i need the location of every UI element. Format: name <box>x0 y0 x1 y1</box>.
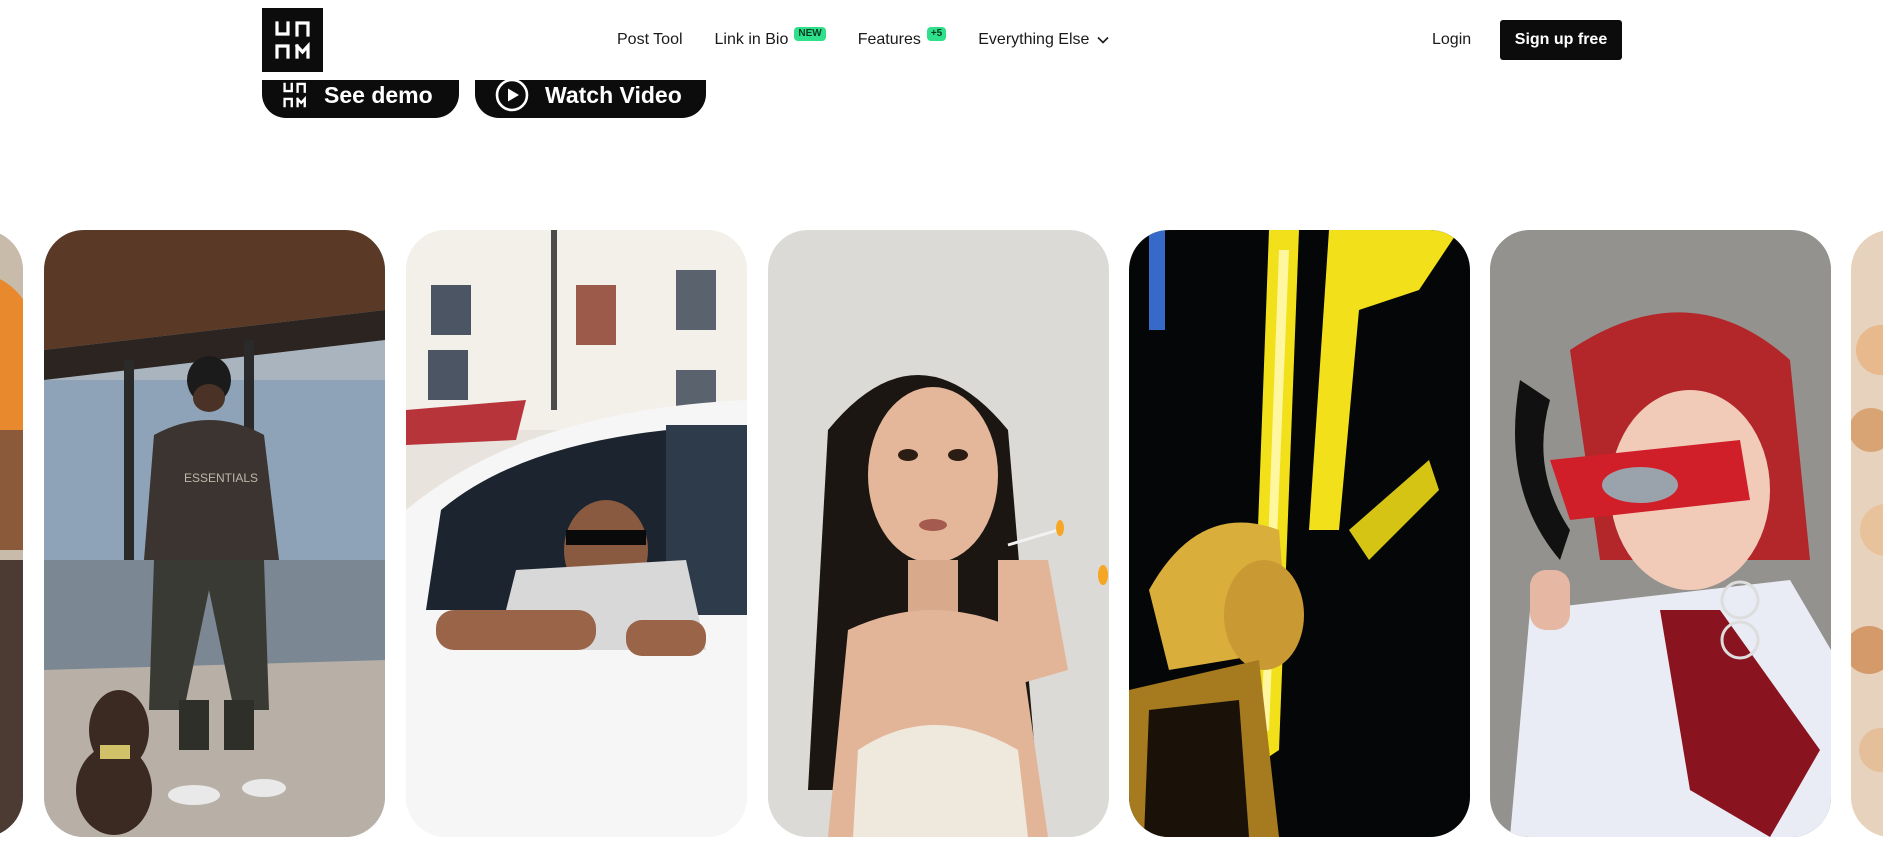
see-demo-label: See demo <box>324 81 433 108</box>
nav-everything-else-label: Everything Else <box>978 31 1090 48</box>
creator-gallery: ESSENTIALS <box>0 230 1883 837</box>
site-header: Post Tool Link in Bio NEW Features +5 Ev… <box>0 0 1883 80</box>
unum-mark-icon <box>282 82 308 108</box>
nav-features-label: Features <box>857 31 921 48</box>
gallery-card-hoodie-man: ESSENTIALS <box>44 230 385 837</box>
gallery-card-partial-left <box>0 230 23 837</box>
gallery-card-partial-right <box>1851 230 1883 837</box>
gallery-card-red-hair <box>1490 230 1831 837</box>
svg-text:ESSENTIALS: ESSENTIALS <box>184 471 258 485</box>
signup-button[interactable]: Sign up free <box>1500 20 1622 60</box>
main-nav: Post Tool Link in Bio NEW Features +5 Ev… <box>617 0 1109 80</box>
nav-link-in-bio-label: Link in Bio <box>714 31 789 48</box>
nav-post-tool-label: Post Tool <box>617 31 683 48</box>
features-count-badge: +5 <box>926 27 947 41</box>
gallery-card-neon-woman <box>1129 230 1470 837</box>
new-badge: NEW <box>794 27 826 41</box>
unum-logo[interactable] <box>262 8 323 72</box>
nav-everything-else[interactable]: Everything Else <box>978 31 1109 49</box>
logo-mark-icon <box>274 21 310 59</box>
chevron-down-icon <box>1097 31 1109 49</box>
gallery-card-car-man <box>406 230 747 837</box>
gallery-card-woman-cigarette <box>768 230 1109 837</box>
nav-features[interactable]: Features +5 <box>857 27 947 49</box>
nav-link-in-bio[interactable]: Link in Bio NEW <box>714 27 826 49</box>
play-icon <box>495 78 529 112</box>
nav-post-tool[interactable]: Post Tool <box>617 31 683 49</box>
watch-video-label: Watch Video <box>545 81 682 108</box>
login-link[interactable]: Login <box>1432 0 1471 80</box>
